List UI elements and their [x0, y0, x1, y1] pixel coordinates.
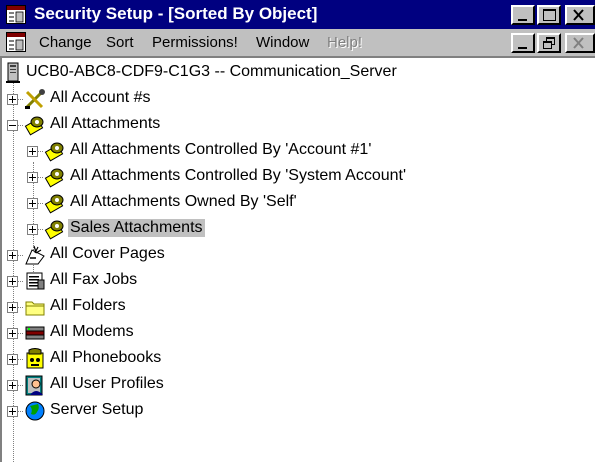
window-title: Security Setup - [Sorted By Object] [34, 4, 318, 23]
tree-node[interactable]: All Modems [2, 320, 595, 346]
menu-window[interactable]: Window [256, 34, 309, 51]
phonebook-icon [26, 348, 44, 369]
tree-node-label: All Account #s [50, 89, 151, 106]
modem-icon [25, 326, 45, 340]
expand-toggle[interactable] [7, 354, 18, 365]
attachment-icon [44, 142, 64, 162]
tree-node[interactable]: All Phonebooks [2, 346, 595, 372]
child-close-button[interactable] [565, 33, 595, 53]
tree-node-label: All Attachments Owned By 'Self' [70, 193, 297, 210]
tree-node[interactable]: All Attachments Controlled By 'Account #… [2, 138, 595, 164]
tree-node[interactable]: Server Setup [2, 398, 595, 424]
expand-toggle[interactable] [7, 250, 18, 261]
close-icon [573, 9, 584, 21]
menu-help[interactable]: Help! [327, 34, 362, 51]
minimize-icon [518, 19, 527, 21]
cover-page-icon [25, 245, 45, 265]
maximize-icon [543, 9, 556, 21]
menu-sort[interactable]: Sort [106, 34, 134, 51]
tree-node-label: All Phonebooks [50, 349, 162, 366]
tree-node[interactable]: All Fax Jobs [2, 268, 595, 294]
child-restore-button[interactable] [537, 33, 561, 53]
expand-toggle[interactable] [7, 94, 18, 105]
collapse-toggle[interactable] [7, 120, 18, 131]
app-icon[interactable] [6, 5, 26, 24]
expand-toggle[interactable] [7, 328, 18, 339]
tree-node[interactable]: All Attachments [2, 112, 595, 138]
tree-node-label: All Modems [50, 323, 134, 340]
expand-toggle[interactable] [7, 406, 18, 417]
folder-icon [25, 301, 45, 316]
minimize-button[interactable] [511, 5, 535, 25]
expand-toggle[interactable] [7, 302, 18, 313]
tree-node-label: Server Setup [50, 401, 144, 418]
title-bar[interactable]: Security Setup - [Sorted By Object] [0, 0, 595, 29]
tree-node[interactable]: All Account #s [2, 86, 595, 112]
attachment-icon [44, 220, 64, 240]
tree-node[interactable]: All Attachments Controlled By 'System Ac… [2, 164, 595, 190]
close-icon [573, 37, 584, 49]
tree-node-label: All Attachments Controlled By 'Account #… [70, 141, 372, 158]
expand-toggle[interactable] [27, 198, 38, 209]
tree-node-label: All User Profiles [50, 375, 164, 392]
server-icon [6, 62, 20, 83]
attachment-icon [44, 194, 64, 214]
security-tree[interactable]: UCB0-ABC8-CDF9-C1G3 -- Communication_Ser… [0, 56, 595, 462]
child-minimize-button[interactable] [511, 33, 535, 53]
tree-root-label: UCB0-ABC8-CDF9-C1G3 -- Communication_Ser… [26, 63, 397, 80]
expand-toggle[interactable] [27, 172, 38, 183]
tools-icon [25, 89, 45, 109]
tree-node-label: All Fax Jobs [50, 271, 138, 288]
fax-job-icon [26, 272, 45, 290]
tree-node[interactable]: All User Profiles [2, 372, 595, 398]
tree-node-label: All Attachments [50, 115, 161, 132]
tree-node-selected[interactable]: Sales Attachments [2, 216, 595, 242]
expand-toggle[interactable] [27, 224, 38, 235]
tree-node[interactable]: All Attachments Owned By 'Self' [2, 190, 595, 216]
tree-node-label: All Cover Pages [50, 245, 165, 262]
tree-node-label: Sales Attachments [68, 219, 205, 237]
user-profile-icon [25, 375, 43, 396]
document-control-icon[interactable] [6, 32, 26, 52]
maximize-button[interactable] [537, 5, 561, 25]
minimize-icon [518, 47, 527, 49]
expand-toggle[interactable] [7, 380, 18, 391]
attachment-icon [24, 116, 44, 136]
tree-node[interactable]: All Cover Pages [2, 242, 595, 268]
tree-root[interactable]: UCB0-ABC8-CDF9-C1G3 -- Communication_Ser… [2, 60, 595, 86]
tree-node-label: All Attachments Controlled By 'System Ac… [70, 167, 407, 184]
menu-bar: Change Sort Permissions! Window Help! [0, 29, 595, 56]
expand-toggle[interactable] [7, 276, 18, 287]
globe-icon [25, 401, 45, 421]
attachment-icon [44, 168, 64, 188]
close-button[interactable] [565, 5, 595, 25]
restore-icon [543, 37, 555, 49]
menu-permissions[interactable]: Permissions! [152, 34, 238, 51]
tree-node-label: All Folders [50, 297, 126, 314]
expand-toggle[interactable] [27, 146, 38, 157]
menu-change[interactable]: Change [39, 34, 92, 51]
tree-node[interactable]: All Folders [2, 294, 595, 320]
